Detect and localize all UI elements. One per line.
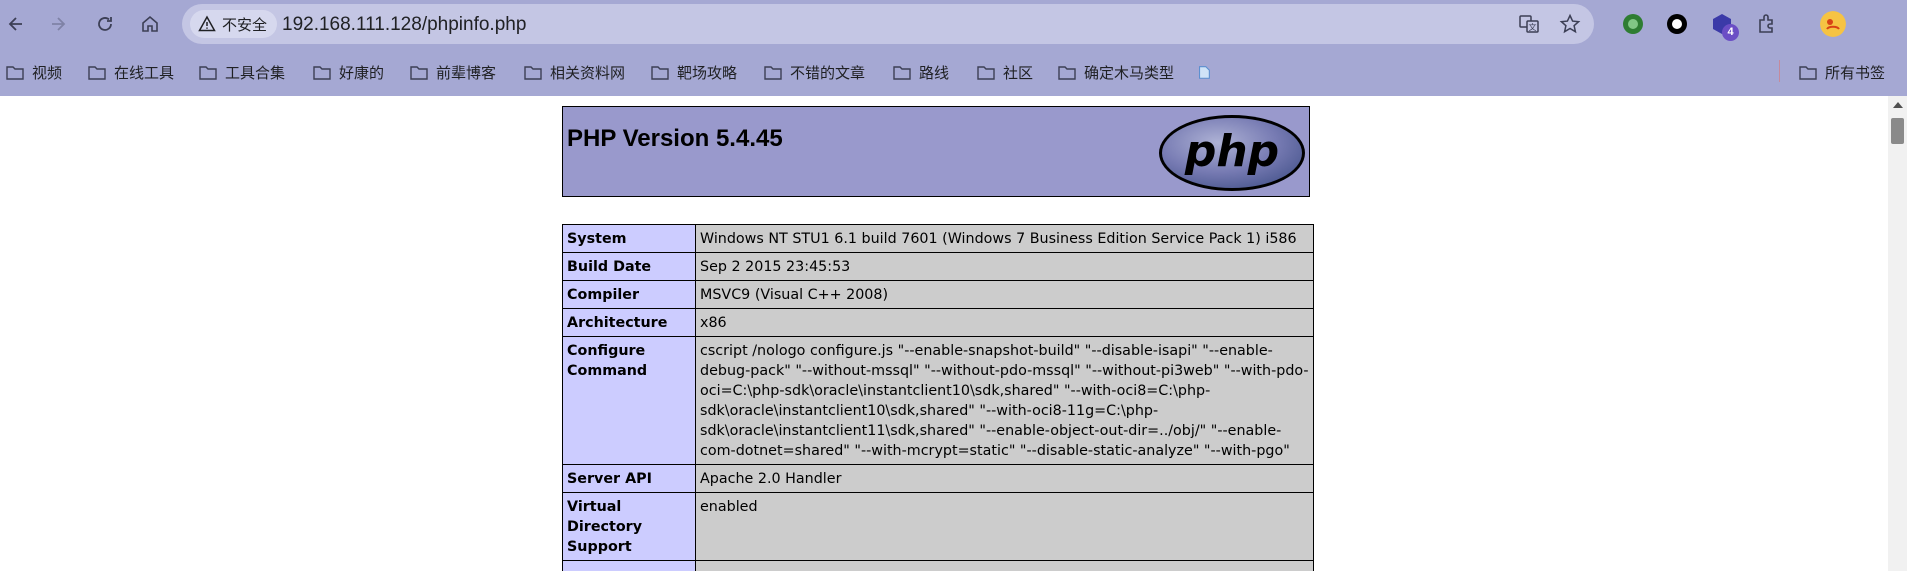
all-bookmarks-label: 所有书签 [1825, 64, 1886, 82]
folder-icon [893, 66, 911, 80]
php-logo: php [1159, 115, 1305, 191]
bookmark-folder[interactable]: 好康的 [313, 60, 384, 84]
bookmark-favicon-item[interactable] [1196, 60, 1220, 84]
bookmark-label: 相关资料网 [550, 64, 626, 82]
page-favicon-icon [1199, 66, 1210, 79]
bookmark-label: 社区 [1003, 64, 1034, 82]
folder-icon [410, 66, 428, 80]
folder-icon [764, 66, 782, 80]
info-key: Build Date [562, 252, 696, 281]
folder-icon [977, 66, 995, 80]
bookmark-folder[interactable]: 社区 [977, 60, 1033, 84]
bookmark-folder[interactable]: 确定木马类型 [1058, 60, 1174, 84]
info-value: MSVC9 (Visual C++ 2008) [695, 280, 1314, 309]
folder-icon [199, 66, 217, 80]
php-logo-text: php [1184, 126, 1279, 177]
table-row: Configure Command cscript /nologo config… [562, 336, 1314, 465]
info-value: Apache 2.0 Handler [695, 464, 1314, 493]
reload-icon [98, 17, 112, 31]
bookmark-label: 靶场攻略 [677, 64, 738, 82]
bookmark-folder[interactable]: 前辈博客 [410, 60, 496, 84]
table-row: Server API Apache 2.0 Handler [562, 464, 1314, 493]
bookmark-folder[interactable]: 相关资料网 [524, 60, 625, 84]
info-key: Server API [562, 464, 696, 493]
bookmarks-divider [1779, 60, 1780, 82]
info-value: Sep 2 2015 23:45:53 [695, 252, 1314, 281]
table-row [562, 560, 1314, 571]
browser-toolbar: 不安全 192.168.111.128/phpinfo.php 文 4 [0, 0, 1907, 48]
extension-green-icon[interactable] [1621, 12, 1645, 36]
warning-triangle-icon [198, 15, 216, 32]
table-row: System Windows NT STU1 6.1 build 7601 (W… [562, 224, 1314, 253]
page-title: PHP Version 5.4.45 [567, 125, 783, 152]
bookmark-label: 确定木马类型 [1084, 64, 1175, 82]
table-row: Architecture x86 [562, 308, 1314, 337]
info-key: System [562, 224, 696, 253]
address-bar[interactable]: 不安全 192.168.111.128/phpinfo.php 文 [182, 4, 1594, 44]
security-label: 不安全 [222, 16, 268, 34]
bookmark-folder[interactable]: 不错的文章 [764, 60, 865, 84]
extension-count-badge: 4 [1722, 24, 1739, 41]
extension-badge-button[interactable]: 4 [1710, 10, 1740, 41]
browser-chrome: 不安全 192.168.111.128/phpinfo.php 文 4 视频 在… [0, 0, 1907, 96]
page-content: PHP Version 5.4.45 php System Windows NT… [0, 96, 1888, 571]
all-bookmarks-folder[interactable]: 所有书签 [1799, 60, 1885, 84]
home-button[interactable] [134, 8, 166, 40]
bookmark-folder[interactable]: 靶场攻略 [651, 60, 737, 84]
scroll-up-arrow-icon[interactable] [1893, 102, 1903, 108]
php-info-table: System Windows NT STU1 6.1 build 7601 (W… [562, 224, 1314, 571]
vertical-scrollbar[interactable] [1888, 96, 1907, 571]
scroll-thumb[interactable] [1891, 118, 1904, 144]
bookmark-label: 视频 [32, 64, 63, 82]
info-value: enabled [695, 492, 1314, 561]
security-indicator[interactable]: 不安全 [190, 10, 278, 38]
info-value: cscript /nologo configure.js "--enable-s… [695, 336, 1314, 465]
star-bookmark-icon[interactable] [1559, 13, 1581, 35]
folder-icon [6, 66, 24, 80]
info-value: x86 [695, 308, 1314, 337]
info-key: Architecture [562, 308, 696, 337]
info-key: Configure Command [562, 336, 696, 465]
bookmark-folder[interactable]: 在线工具 [88, 60, 174, 84]
table-row: Compiler MSVC9 (Visual C++ 2008) [562, 280, 1314, 309]
arrow-left-icon [8, 17, 22, 31]
translate-icon[interactable]: 文 [1518, 13, 1540, 35]
svg-text:文: 文 [1529, 22, 1537, 32]
arrow-right-icon [52, 17, 66, 31]
folder-icon [1058, 66, 1076, 80]
home-icon [142, 15, 158, 32]
table-row: Build Date Sep 2 2015 23:45:53 [562, 252, 1314, 281]
back-button[interactable] [0, 8, 32, 40]
bookmark-label: 在线工具 [114, 64, 175, 82]
info-key: Compiler [562, 280, 696, 309]
table-row: Virtual Directory Support enabled [562, 492, 1314, 561]
url-text[interactable]: 192.168.111.128/phpinfo.php [282, 14, 526, 36]
info-key: Virtual Directory Support [562, 492, 696, 561]
profile-avatar-icon[interactable] [1820, 11, 1846, 37]
info-key-partial [562, 560, 696, 571]
bookmark-label: 前辈博客 [436, 64, 497, 82]
extension-ring-icon[interactable] [1665, 12, 1689, 36]
bookmark-folder[interactable]: 工具合集 [199, 60, 285, 84]
forward-button[interactable] [42, 8, 74, 40]
info-value: Windows NT STU1 6.1 build 7601 (Windows … [695, 224, 1314, 253]
puzzle-extensions-icon[interactable] [1756, 12, 1780, 36]
info-value-partial [695, 560, 1314, 571]
folder-icon [524, 66, 542, 80]
folder-icon [88, 66, 106, 80]
bookmarks-bar: 视频 在线工具 工具合集 好康的 前辈博客 相关资料网 靶场攻略 不错的文章 路… [0, 52, 1907, 92]
php-version-header: PHP Version 5.4.45 php [562, 106, 1310, 197]
bookmark-folder[interactable]: 视频 [6, 60, 62, 84]
bookmark-label: 路线 [919, 64, 950, 82]
bookmark-label: 不错的文章 [790, 64, 866, 82]
folder-icon [313, 66, 331, 80]
bookmark-label: 工具合集 [225, 64, 286, 82]
bookmark-label: 好康的 [339, 64, 385, 82]
folder-icon [1799, 66, 1817, 80]
bookmark-folder[interactable]: 路线 [893, 60, 949, 84]
reload-button[interactable] [89, 8, 121, 40]
folder-icon [651, 66, 669, 80]
